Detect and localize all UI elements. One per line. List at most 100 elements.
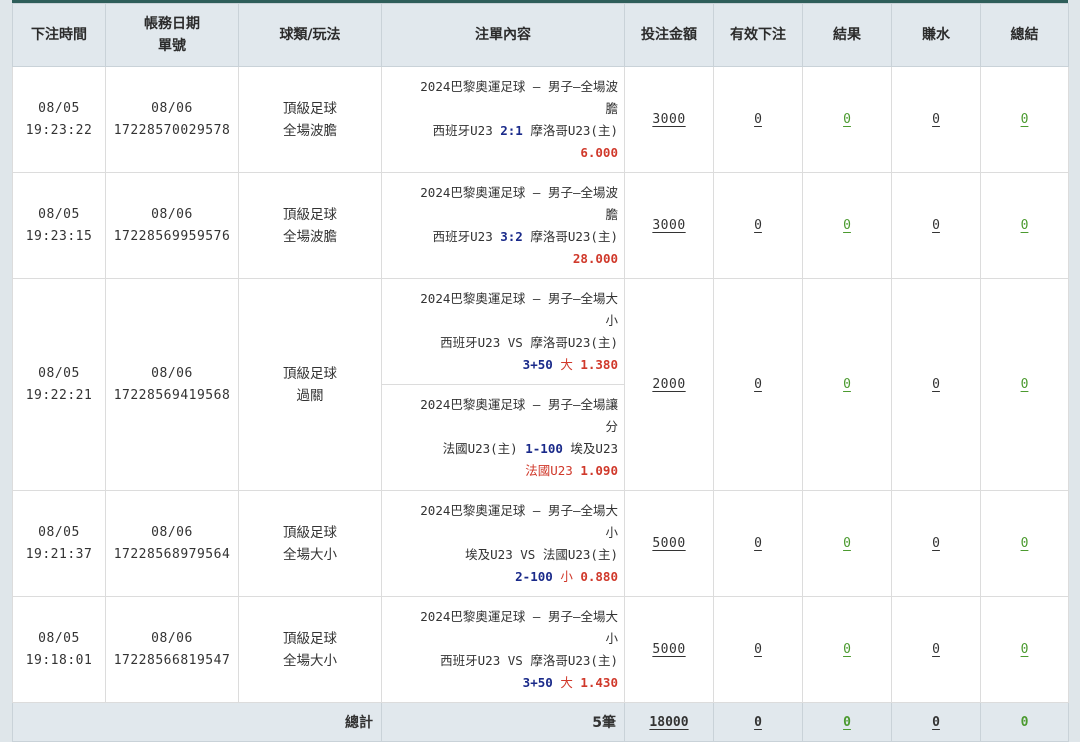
account-cell: 08/06 17228566819547 (105, 596, 239, 703)
valid-bet-link[interactable]: 0 (754, 218, 762, 233)
handicap: 1-100 (525, 440, 563, 456)
header-bet-amount: 投注金額 (624, 3, 714, 67)
header-account-date: 帳務日期 單號 (105, 3, 239, 67)
home-team: 西班牙U23 (432, 122, 493, 138)
header-bet-time: 下注時間 (12, 3, 106, 67)
away-team: 摩洛哥U23(主) (530, 652, 618, 668)
league-line-cont: 膽 (605, 100, 618, 116)
result-link[interactable]: 0 (843, 377, 851, 392)
bet-amount-link[interactable]: 5000 (652, 536, 685, 551)
away-team: 摩洛哥U23(主) (530, 228, 618, 244)
rebate-link[interactable]: 0 (932, 536, 940, 551)
rebate-link[interactable]: 0 (932, 112, 940, 127)
bet-date: 08/05 (38, 630, 80, 646)
account-cell: 08/06 17228569419568 (105, 278, 239, 491)
league-line-cont: 小 (605, 630, 618, 646)
match-line: 西班牙U23 3:2 摩洛哥U23(主) (386, 226, 618, 248)
pick-line: 法國U23 1.090 (386, 460, 618, 482)
bet-amount-link[interactable]: 3000 (652, 218, 685, 233)
play-type: 全場大小 (283, 546, 337, 563)
bet-amount-cell: 5000 (624, 490, 714, 597)
total-link[interactable]: 0 (1021, 112, 1029, 127)
rebate-link[interactable]: 0 (932, 642, 940, 657)
league-line: 2024巴黎奧運足球 – 男子–全場大 (420, 290, 618, 306)
total-link[interactable]: 0 (1021, 642, 1029, 657)
pick: 小 (560, 568, 573, 584)
header-rebate: 賺水 (891, 3, 981, 67)
account-cell: 08/06 17228569959576 (105, 172, 239, 279)
order-number: 17228569419568 (113, 387, 231, 403)
odds: 6.000 (580, 144, 618, 160)
home-team: 法國U23(主) (442, 440, 518, 456)
bet-amount-link[interactable]: 3000 (652, 112, 685, 127)
header-account-date-label: 帳務日期 (144, 16, 200, 32)
valid-bet-link[interactable]: 0 (754, 377, 762, 392)
away-team: 摩洛哥U23(主) (530, 334, 618, 350)
score-pick: 3:2 (500, 228, 523, 244)
bet-amount-cell: 3000 (624, 66, 714, 173)
bet-date: 08/05 (38, 206, 80, 222)
bet-amount-link[interactable]: 2000 (652, 377, 685, 392)
total-cell: 0 (980, 172, 1069, 279)
total-link[interactable]: 0 (1021, 377, 1029, 392)
pick: 大 (560, 356, 573, 372)
result-link[interactable]: 0 (843, 642, 851, 657)
result-link[interactable]: 0 (843, 536, 851, 551)
bet-amount-link[interactable]: 5000 (652, 642, 685, 657)
total-link[interactable]: 0 (1021, 536, 1029, 551)
bet-date: 08/05 (38, 100, 80, 116)
bet-amount-cell: 2000 (624, 278, 714, 491)
valid-bet-cell: 0 (713, 278, 803, 491)
order-number: 17228566819547 (113, 652, 231, 668)
bet-time: 19:18:01 (25, 652, 93, 668)
sport-name: 頂級足球 (283, 630, 337, 647)
result-cell: 0 (802, 596, 892, 703)
pick: 法國U23 (525, 462, 573, 478)
totals-count: 5筆 (381, 702, 625, 742)
pick-line: 3+50 大 1.380 (386, 354, 618, 376)
valid-bet-cell: 0 (713, 172, 803, 279)
bet-content-cell: 2024巴黎奧運足球 – 男子–全場大 小 西班牙U23 VS 摩洛哥U23(主… (381, 596, 625, 703)
league-line: 2024巴黎奧運足球 – 男子–全場大 (420, 608, 618, 624)
bet-time-cell: 08/05 19:23:15 (12, 172, 106, 279)
table-row: 08/05 19:23:15 08/06 17228569959576 頂級足球 全場… (12, 172, 1069, 279)
account-date: 08/06 (151, 524, 193, 540)
rebate-link[interactable]: 0 (932, 218, 940, 233)
odds: 28.000 (572, 250, 618, 266)
valid-bet-link[interactable]: 0 (754, 112, 762, 127)
away-team: 法國U23(主) (542, 546, 618, 562)
totals-rebate-cell: 0 (891, 702, 981, 742)
rebate-link[interactable]: 0 (932, 377, 940, 392)
result-cell: 0 (802, 490, 892, 597)
totals-label: 總計 (12, 702, 382, 742)
valid-bet-link[interactable]: 0 (754, 536, 762, 551)
total-link[interactable]: 0 (1021, 218, 1029, 233)
totals-amount-cell: 18000 (624, 702, 714, 742)
table-row: 08/05 19:22:21 08/06 17228569419568 頂級足球 過關… (12, 278, 1069, 491)
valid-bet-link[interactable]: 0 (754, 642, 762, 657)
totals-result: 0 (843, 714, 851, 730)
header-order-no-label: 單號 (158, 38, 186, 54)
account-date: 08/06 (151, 365, 193, 381)
valid-bet-cell: 0 (713, 66, 803, 173)
header-bet-content: 注單內容 (381, 3, 625, 67)
league-line-cont: 小 (605, 524, 618, 540)
match-line: 法國U23(主) 1-100 埃及U23 (386, 438, 618, 460)
pick-line: 3+50 大 1.430 (386, 672, 618, 694)
result-link[interactable]: 0 (843, 218, 851, 233)
bet-content-cell: 2024巴黎奧運足球 – 男子–全場波 膽 西班牙U23 2:1 摩洛哥U23(… (381, 66, 625, 173)
valid-bet-cell: 0 (713, 596, 803, 703)
totals-valid: 0 (754, 714, 762, 730)
sport-name: 頂級足球 (283, 365, 337, 382)
order-number: 17228568979564 (113, 546, 231, 562)
table-row: 08/05 19:23:22 08/06 17228570029578 頂級足球 全場… (12, 66, 1069, 173)
pick: 大 (560, 674, 573, 690)
account-cell: 08/06 17228570029578 (105, 66, 239, 173)
rebate-cell: 0 (891, 596, 981, 703)
result-link[interactable]: 0 (843, 112, 851, 127)
bet-date: 08/05 (38, 524, 80, 540)
versus-label: VS (507, 334, 523, 350)
result-cell: 0 (802, 66, 892, 173)
table-header-row: 下注時間 帳務日期 單號 球類/玩法 注單內容 投注金額 有效下注 結果 賺水 總… (12, 3, 1069, 67)
bet-content-cell: 2024巴黎奧運足球 – 男子–全場大 小 埃及U23 VS 法國U23(主) … (381, 490, 625, 597)
